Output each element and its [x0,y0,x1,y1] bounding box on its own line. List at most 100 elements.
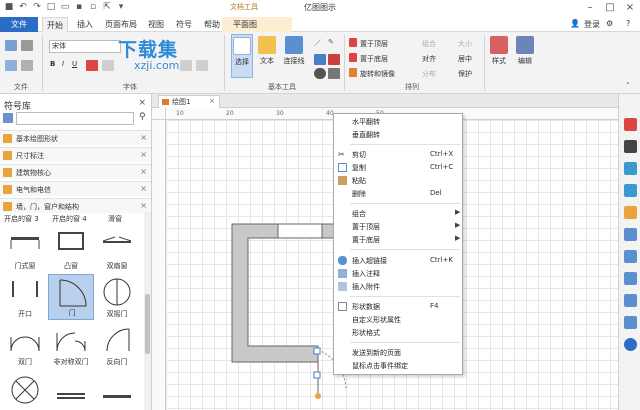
document-tab-close-icon[interactable]: × [209,97,215,105]
menu-item-delete[interactable]: 删除 Del [334,187,462,200]
crop-tool-icon[interactable] [328,54,340,65]
category-close-icon[interactable]: × [140,167,147,176]
shape-door-window[interactable]: 门式窗 [2,226,48,272]
align-button[interactable]: 对齐 [422,54,436,64]
menu-item-click-event-binding[interactable]: 鼠标点击事件绑定 [334,359,462,372]
settings-gear-icon[interactable]: ⚙ [606,19,613,28]
shape-pocket-door[interactable] [94,370,140,410]
line-style-icon[interactable] [624,140,637,153]
connector-tool-button[interactable]: 连接线 [281,34,307,78]
fill-icon[interactable] [624,118,637,131]
comment-icon[interactable] [624,316,637,329]
shape-asymmetric-double-door[interactable]: 非对称双门 [48,322,94,368]
bring-to-front-button[interactable]: 置于顶层 [360,39,388,49]
export-icon[interactable]: ⇱ [102,2,112,13]
distribute-button[interactable]: 分布 [422,69,436,79]
category-close-icon[interactable]: × [140,184,147,193]
menu-item-paste[interactable]: 粘贴 [334,174,462,187]
menu-item-shape-format[interactable]: 形状格式 [334,326,462,339]
center-button[interactable]: 居中 [458,54,472,64]
data-icon[interactable] [624,228,637,241]
shape-revolving-door[interactable] [2,370,48,410]
more-tools-icon[interactable] [328,68,340,79]
protect-button[interactable]: 保护 [458,69,472,79]
attachment-icon[interactable] [624,294,637,307]
library-category[interactable]: 电气和电信 × [0,181,151,196]
link-icon[interactable] [624,272,637,285]
bring-to-front-icon[interactable] [349,38,357,47]
open-icon[interactable]: ▭ [60,2,70,13]
minimize-icon[interactable]: – [582,1,598,15]
tab-view[interactable]: 视图 [144,17,168,32]
library-category[interactable]: 尺寸标注 × [0,147,151,162]
maximize-icon[interactable]: □ [602,1,618,15]
tab-home[interactable]: 开始 [42,17,68,33]
size-button[interactable]: 大小 [458,39,472,49]
shape-opening[interactable]: 开口 [2,274,48,320]
pen-tool-icon[interactable]: ✎ [328,38,334,46]
tab-floor-plan[interactable]: 平面图 [230,17,260,32]
user-icon[interactable]: 👤 [570,19,580,28]
tab-insert[interactable]: 插入 [72,17,98,32]
page-icon[interactable] [624,250,637,263]
library-search-input[interactable] [16,112,134,125]
app-logo-icon[interactable]: ■ [4,2,14,13]
category-close-icon[interactable]: × [140,150,147,159]
shape-door[interactable]: 门 [48,274,94,320]
print-icon[interactable]: ▫ [88,2,98,13]
category-close-icon[interactable]: × [140,133,147,142]
tab-page-layout[interactable]: 页面布局 [102,17,140,32]
library-close-icon[interactable]: × [138,98,146,108]
text-tool-button[interactable]: 文本 [256,34,278,78]
shape-sliding-door[interactable] [48,370,94,410]
category-close-icon[interactable]: × [140,201,147,210]
menu-item-flip-vertical[interactable]: 垂直翻转 [334,128,462,141]
ellipse-tool-icon[interactable] [314,68,326,79]
close-icon[interactable]: × [622,1,638,15]
help-icon[interactable] [624,338,637,351]
format-painter-icon[interactable] [21,60,33,71]
line-tool-icon[interactable]: ／ [314,38,321,48]
shape-reverse-door[interactable]: 反向门 [94,322,140,368]
search-icon[interactable]: ⚲ [139,112,146,122]
paste-icon[interactable] [5,40,17,51]
style-button[interactable]: 样式 [488,34,510,78]
menu-item-insert-attachment[interactable]: 插入附件 [334,280,462,293]
font-color-icon[interactable] [86,60,98,71]
tab-symbols[interactable]: 符号 [172,17,196,32]
menu-item-send-to-back[interactable]: 置于底层 ▶ [334,233,462,246]
edit-button[interactable]: 编辑 [514,34,536,78]
menu-item-send-to-new-page[interactable]: 发送到新的页面 [334,346,462,359]
menu-item-flip-horizontal[interactable]: 水平翻转 [334,115,462,128]
undo-icon[interactable]: ↶ [18,2,28,13]
bold-icon[interactable]: B [50,60,55,68]
library-menu-icon[interactable] [3,113,13,123]
library-scroll-thumb[interactable] [145,294,150,354]
tab-file[interactable]: 文件 [0,17,38,32]
new-icon[interactable]: □ [46,2,56,13]
shape-double-door[interactable]: 双门 [2,322,48,368]
menu-item-insert-hyperlink[interactable]: 插入超链接 Ctrl+K [334,254,462,267]
cut-icon[interactable] [21,40,33,51]
tab-help[interactable]: 帮助 [200,17,224,32]
group-button[interactable]: 组合 [422,39,436,49]
menu-item-copy[interactable]: 复制 Ctrl+C [334,161,462,174]
menu-item-cut[interactable]: ✂ 剪切 Ctrl+X [334,148,462,161]
shape-double-sash-window[interactable]: 双扇窗 [94,226,140,272]
rectangle-tool-icon[interactable] [314,54,326,65]
italic-icon[interactable]: I [62,60,64,68]
rotate-mirror-icon[interactable] [349,68,357,77]
menu-item-bring-to-front[interactable]: 置于顶层 ▶ [334,220,462,233]
menu-item-insert-note[interactable]: 插入注释 [334,267,462,280]
login-link[interactable]: 登录 [584,19,600,30]
quick-access-dropdown-icon[interactable]: ▾ [116,2,126,13]
help-question-icon[interactable]: ? [626,19,630,28]
shadow-icon[interactable] [624,162,637,175]
send-to-back-button[interactable]: 置于底层 [360,54,388,64]
image-icon[interactable] [624,184,637,197]
library-category[interactable]: 墙，门，窗户和结构 × [0,198,151,213]
copy-icon[interactable] [5,60,17,71]
rotate-mirror-button[interactable]: 旋转和镜像 [360,69,395,79]
document-tab[interactable]: 绘图1 × [158,95,220,108]
library-category[interactable]: 建筑物核心 × [0,164,151,179]
